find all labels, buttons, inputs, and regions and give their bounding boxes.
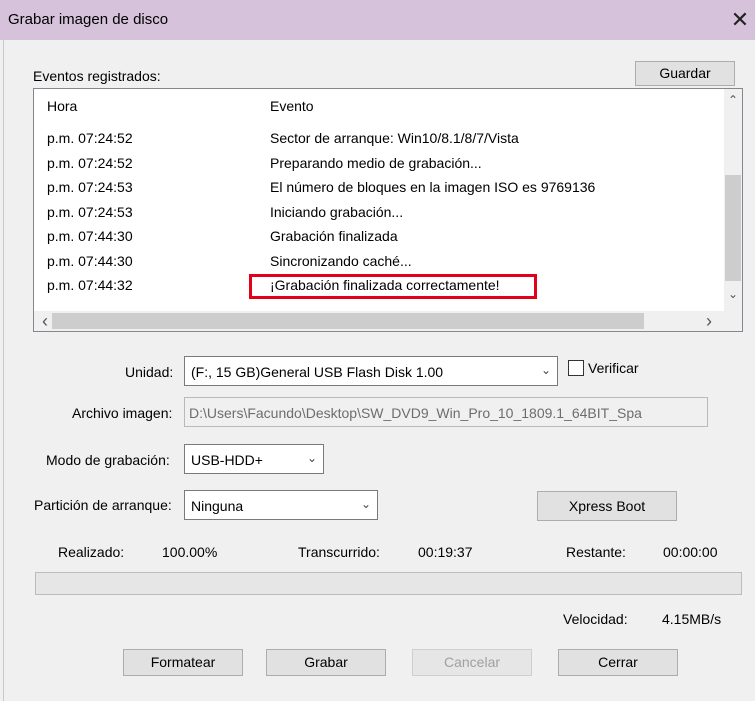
chevron-down-icon: ⌄ [540,363,551,377]
log-row[interactable]: p.m. 07:44:30 Grabación finalizada [34,225,714,250]
boot-partition-select[interactable]: Ninguna ⌄ [184,490,378,520]
log-row-time: p.m. 07:24:53 [47,203,133,220]
log-row-time: p.m. 07:24:52 [47,154,133,171]
vertical-scrollbar[interactable]: ⌃ ⌄ [724,89,742,311]
boot-partition-label: Partición de arranque: [34,497,172,513]
elapsed-value: 00:19:37 [418,544,473,560]
log-row-time: p.m. 07:44:30 [47,252,133,269]
log-row-time: p.m. 07:24:52 [47,130,133,146]
elapsed-label: Transcurrido: [298,544,380,560]
log-row-event: Iniciando grabación... [270,203,404,220]
title-bar[interactable]: Grabar imagen de disco ✕ [0,0,755,40]
image-file-field[interactable]: D:\Users\Facundo\Desktop\SW_DVD9_Win_Pro… [184,397,708,427]
save-button[interactable]: Guardar [635,61,735,86]
drive-select[interactable]: (F:, 15 GB)General USB Flash Disk 1.00 ⌄ [184,356,558,386]
verify-label[interactable]: Verificar [588,360,639,376]
horizontal-scroll-thumb[interactable] [52,313,644,329]
horizontal-scrollbar[interactable]: ‹ › [34,311,742,331]
progress-bar [35,572,742,595]
close-icon[interactable]: ✕ [727,5,753,35]
drive-value: (F:, 15 GB)General USB Flash Disk 1.00 [191,364,444,380]
vertical-scroll-thumb[interactable] [725,175,741,281]
event-log-list[interactable]: Hora Evento p.m. 07:24:52 Sector de arran… [33,88,743,332]
drive-label: Unidad: [125,364,174,380]
xpress-boot-button[interactable]: Xpress Boot [537,491,677,521]
log-row[interactable]: p.m. 07:24:53 Iniciando grabación... [34,201,714,226]
column-header-event[interactable]: Evento [270,98,314,114]
write-mode-select[interactable]: USB-HDD+ ⌄ [184,444,324,474]
boot-partition-value: Ninguna [191,498,244,514]
log-row-time: p.m. 07:44:30 [47,228,133,244]
log-row[interactable]: p.m. 07:24:52 Sector de arranque: Win10/8… [34,127,714,152]
chevron-down-icon: ⌄ [306,451,317,465]
log-row[interactable]: p.m. 07:24:52 Preparando medio de grabaci… [34,152,714,177]
column-header-time[interactable]: Hora [47,98,77,114]
done-value: 100.00% [162,544,218,560]
log-row[interactable]: p.m. 07:44:30 Sincronizando caché... [34,250,714,275]
done-label: Realizado: [58,544,125,560]
cancel-button[interactable]: Cancelar [412,649,532,676]
speed-value: 4.15MB/s [662,611,722,627]
log-row-event: Sector de arranque: Win10/8.1/8/7/Vista [270,130,519,146]
write-mode-label: Modo de grabación: [46,452,170,468]
format-button[interactable]: Formatear [123,649,243,676]
image-file-label: Archivo imagen: [72,405,173,421]
log-row-time: p.m. 07:24:53 [47,179,133,195]
log-row-event: Grabación finalizada [270,228,398,244]
log-row-event: Sincronizando caché... [270,252,412,269]
chevron-up-icon[interactable]: ⌃ [724,93,742,107]
log-row[interactable]: p.m. 07:44:32 ¡Grabación finalizada corre… [34,274,714,299]
write-mode-value: USB-HDD+ [191,452,263,468]
burn-button[interactable]: Grabar [266,649,386,676]
success-highlight-box [249,274,537,299]
log-label: Eventos registrados: [33,68,161,84]
progress-fill [36,573,741,594]
log-row-event: Preparando medio de grabación... [270,154,482,171]
log-row-time: p.m. 07:44:32 [47,277,133,293]
event-rows: p.m. 07:24:52 Sector de arranque: Win10/8… [34,127,714,299]
chevron-down-icon[interactable]: ⌄ [724,287,742,301]
verify-checkbox[interactable] [568,360,584,376]
log-row[interactable]: p.m. 07:24:53 El número de bloques en la … [34,176,714,201]
window-title: Grabar imagen de disco [8,11,169,28]
remaining-value: 00:00:00 [663,544,718,560]
log-row-event: El número de bloques en la imagen ISO es… [270,179,596,195]
chevron-down-icon: ⌄ [360,497,371,511]
speed-label: Velocidad: [563,611,628,627]
image-file-value: D:\Users\Facundo\Desktop\SW_DVD9_Win_Pro… [189,405,642,421]
window-border [3,40,4,701]
close-button[interactable]: Cerrar [558,649,678,676]
remaining-label: Restante: [566,544,626,560]
chevron-right-icon[interactable]: › [700,311,718,331]
